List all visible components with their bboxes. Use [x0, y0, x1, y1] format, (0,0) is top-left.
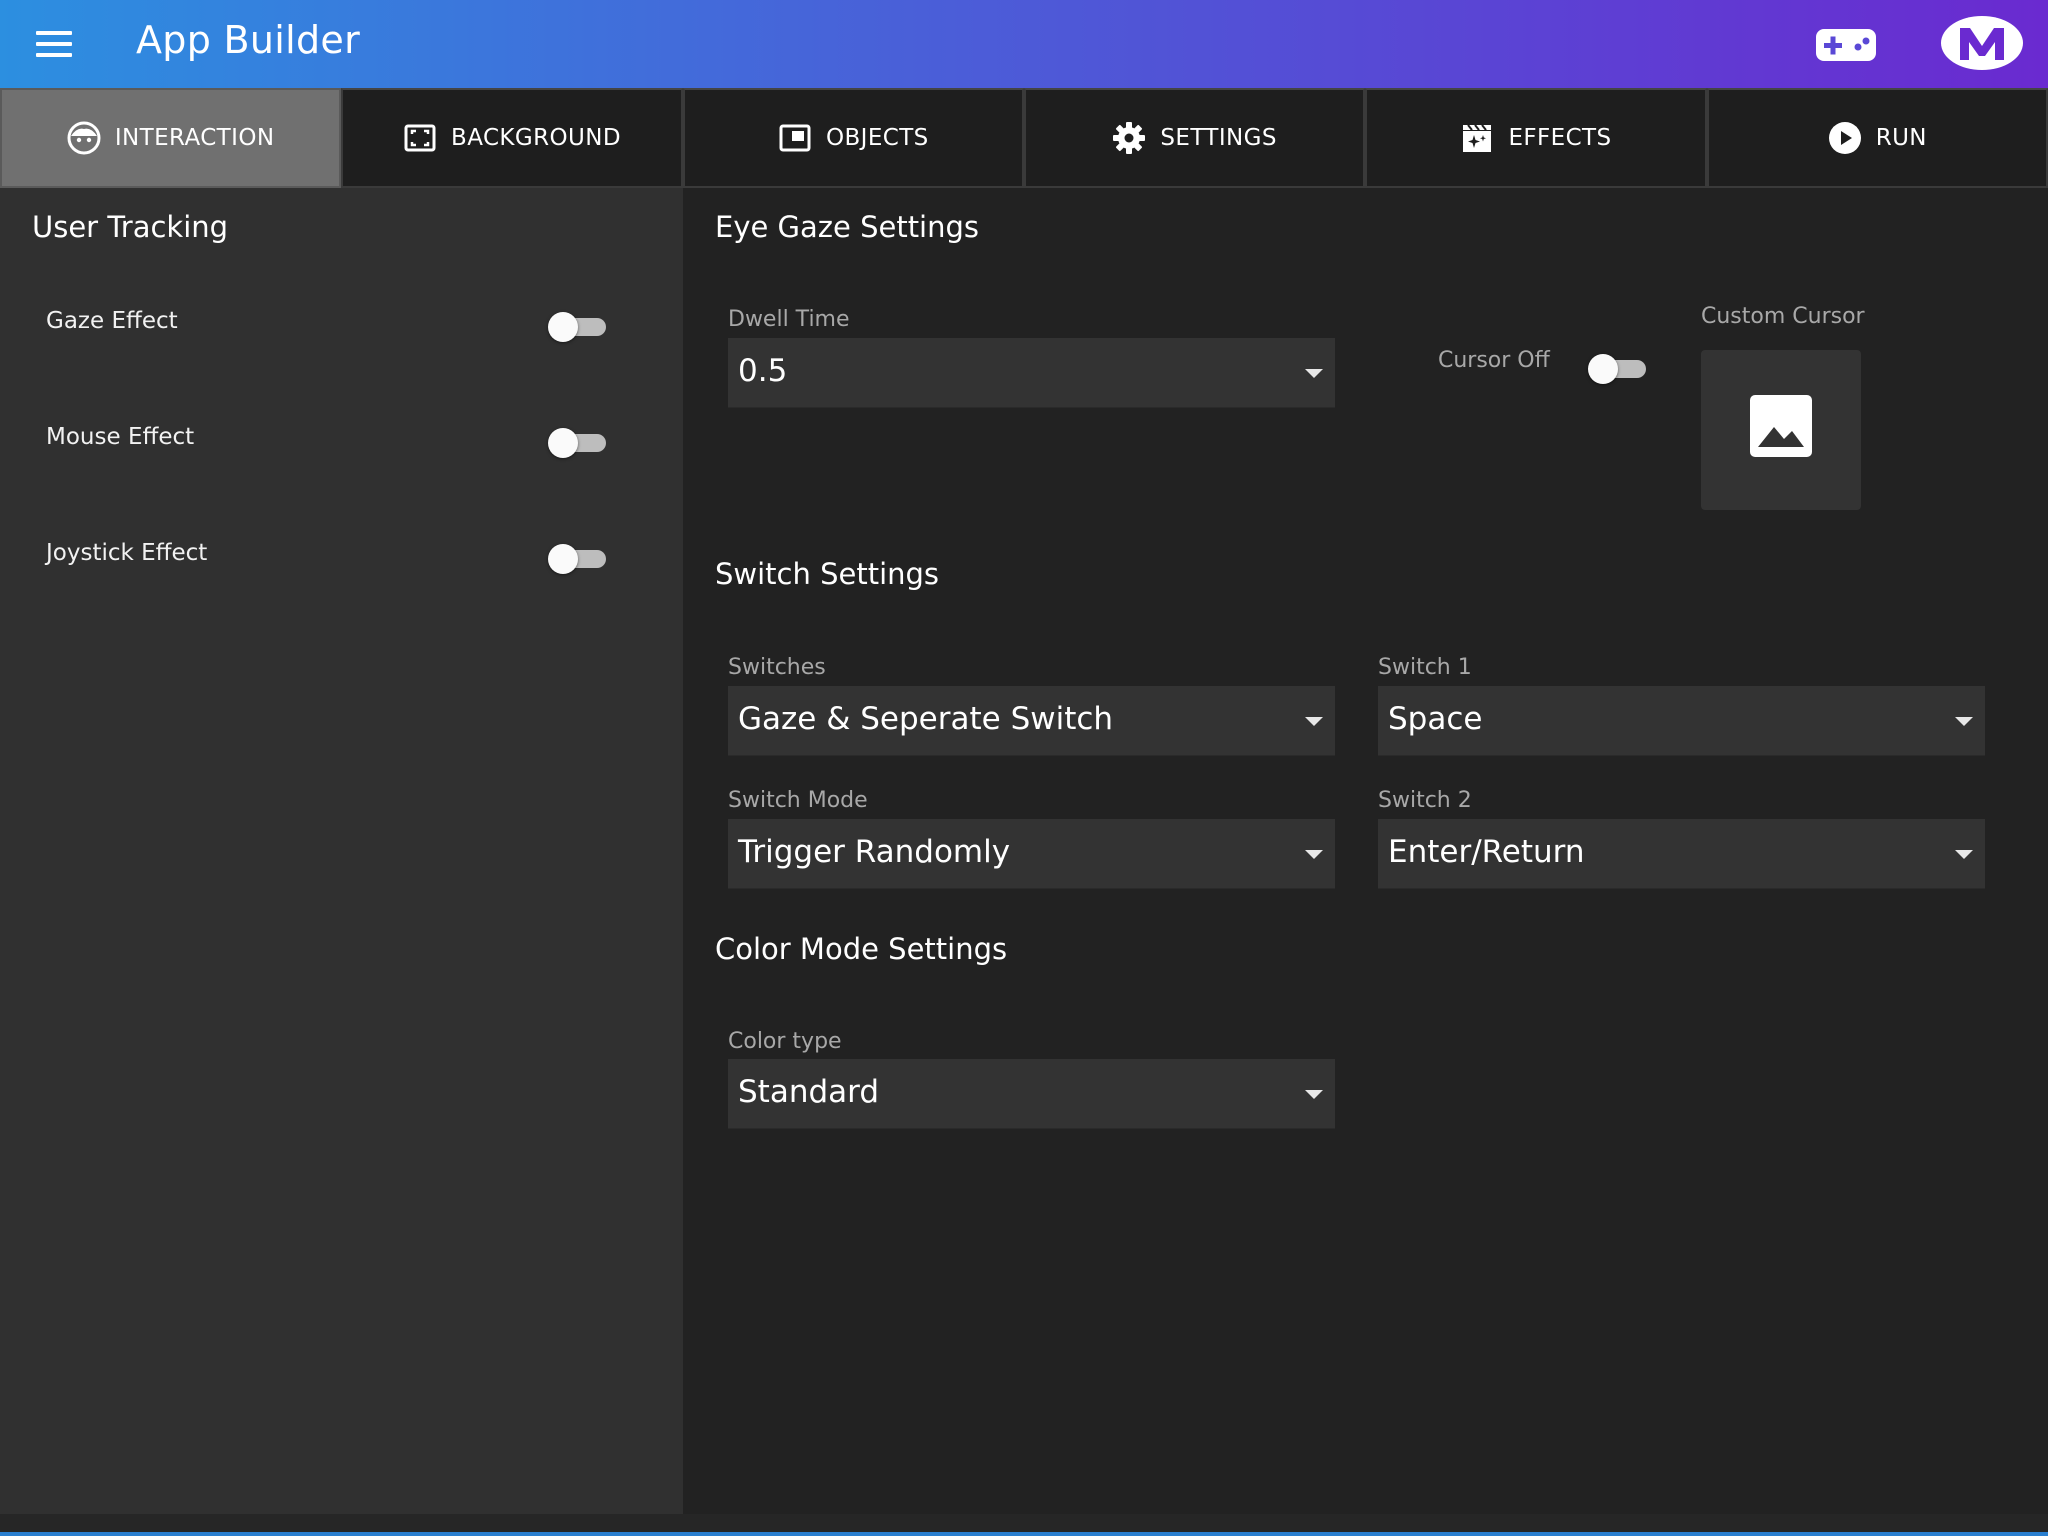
user-tracking-panel: User Tracking Gaze Effect Mouse Effect J… — [0, 188, 683, 1514]
eye-gaze-title: Eye Gaze Settings — [715, 210, 980, 244]
chevron-down-icon — [1305, 1090, 1323, 1099]
mouse-effect-label: Mouse Effect — [46, 424, 195, 450]
switches-label: Switches — [728, 655, 826, 680]
gaze-effect-label: Gaze Effect — [46, 308, 178, 334]
switch-settings-title: Switch Settings — [715, 557, 940, 591]
custom-cursor-label: Custom Cursor — [1701, 304, 1865, 329]
face-icon — [67, 121, 101, 155]
image-icon — [1750, 395, 1812, 457]
dwell-time-label: Dwell Time — [728, 307, 850, 332]
tab-label: SETTINGS — [1160, 125, 1277, 151]
bottom-accent-line — [0, 1532, 2048, 1536]
tab-label: RUN — [1875, 125, 1927, 151]
custom-cursor-picker[interactable] — [1701, 350, 1861, 510]
gear-icon — [1113, 122, 1146, 154]
mouse-effect-toggle[interactable] — [548, 422, 610, 462]
tab-label: INTERACTION — [114, 125, 275, 151]
switch2-label: Switch 2 — [1378, 788, 1472, 813]
chevron-down-icon — [1955, 850, 1973, 859]
tab-settings[interactable]: SETTINGS — [1023, 88, 1366, 188]
hamburger-menu-icon[interactable] — [34, 27, 78, 61]
fullscreen-frame-icon — [404, 124, 436, 152]
gamepad-icon[interactable] — [1814, 27, 1878, 63]
dwell-time-value: 0.5 — [738, 353, 788, 389]
switch1-label: Switch 1 — [1378, 655, 1472, 680]
cursor-off-label: Cursor Off — [1438, 348, 1550, 373]
play-circle-icon — [1828, 122, 1861, 154]
color-mode-title: Color Mode Settings — [715, 932, 1008, 966]
switch1-value: Space — [1388, 701, 1483, 737]
joystick-effect-toggle[interactable] — [548, 538, 610, 578]
tab-effects[interactable]: EFFECTS — [1365, 88, 1707, 188]
dwell-time-select[interactable]: 0.5 — [728, 338, 1335, 408]
joystick-effect-label: Joystick Effect — [46, 540, 208, 566]
switches-value: Gaze & Seperate Switch — [738, 701, 1114, 737]
tab-interaction[interactable]: INTERACTION — [0, 88, 342, 188]
chevron-down-icon — [1955, 717, 1973, 726]
gaze-effect-toggle[interactable] — [548, 306, 610, 346]
switch-mode-label: Switch Mode — [728, 788, 868, 813]
tab-bar: INTERACTION BACKGROUND OBJECTS SETTINGS … — [0, 88, 2048, 188]
tab-run[interactable]: RUN — [1706, 88, 2048, 188]
chevron-down-icon — [1305, 850, 1323, 859]
clapperboard-sparkle-icon — [1463, 124, 1492, 152]
switches-select[interactable]: Gaze & Seperate Switch — [728, 686, 1335, 756]
color-type-select[interactable]: Standard — [728, 1059, 1335, 1129]
tab-objects[interactable]: OBJECTS — [682, 88, 1024, 188]
app-title: App Builder — [136, 18, 361, 62]
gaze-effect-row: Gaze Effect — [46, 308, 626, 348]
chevron-down-icon — [1305, 717, 1323, 726]
m-logo-icon[interactable] — [1940, 14, 2024, 72]
tab-label: OBJECTS — [825, 125, 929, 151]
color-type-label: Color type — [728, 1029, 842, 1054]
cursor-off-toggle[interactable] — [1588, 348, 1650, 388]
chevron-down-icon — [1305, 369, 1323, 378]
picture-in-picture-icon — [779, 124, 811, 152]
switch2-value: Enter/Return — [1388, 834, 1585, 870]
color-type-value: Standard — [738, 1074, 880, 1110]
joystick-effect-row: Joystick Effect — [46, 540, 626, 580]
mouse-effect-row: Mouse Effect — [46, 424, 626, 464]
switch1-select[interactable]: Space — [1378, 686, 1985, 756]
switch2-select[interactable]: Enter/Return — [1378, 819, 1985, 889]
switch-mode-value: Trigger Randomly — [738, 834, 1011, 870]
user-tracking-title: User Tracking — [32, 210, 229, 244]
tab-label: EFFECTS — [1508, 125, 1612, 151]
app-bar: App Builder — [0, 0, 2048, 88]
tab-label: BACKGROUND — [451, 125, 621, 151]
tab-background[interactable]: BACKGROUND — [341, 88, 683, 188]
switch-mode-select[interactable]: Trigger Randomly — [728, 819, 1335, 889]
